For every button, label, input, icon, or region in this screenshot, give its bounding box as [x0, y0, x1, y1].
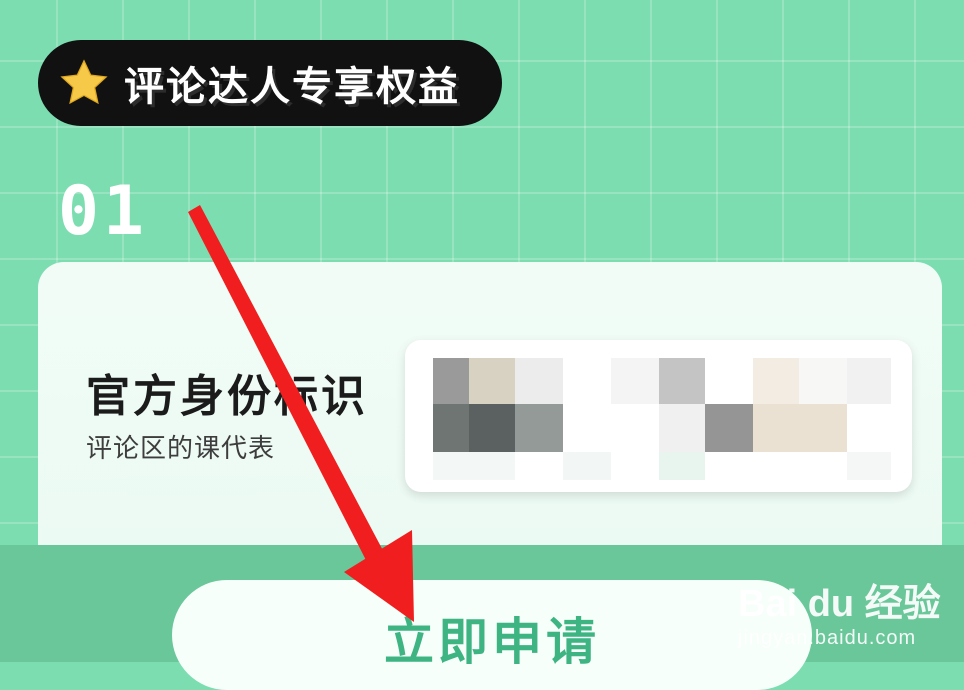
red-arrow-annotation	[188, 205, 414, 622]
